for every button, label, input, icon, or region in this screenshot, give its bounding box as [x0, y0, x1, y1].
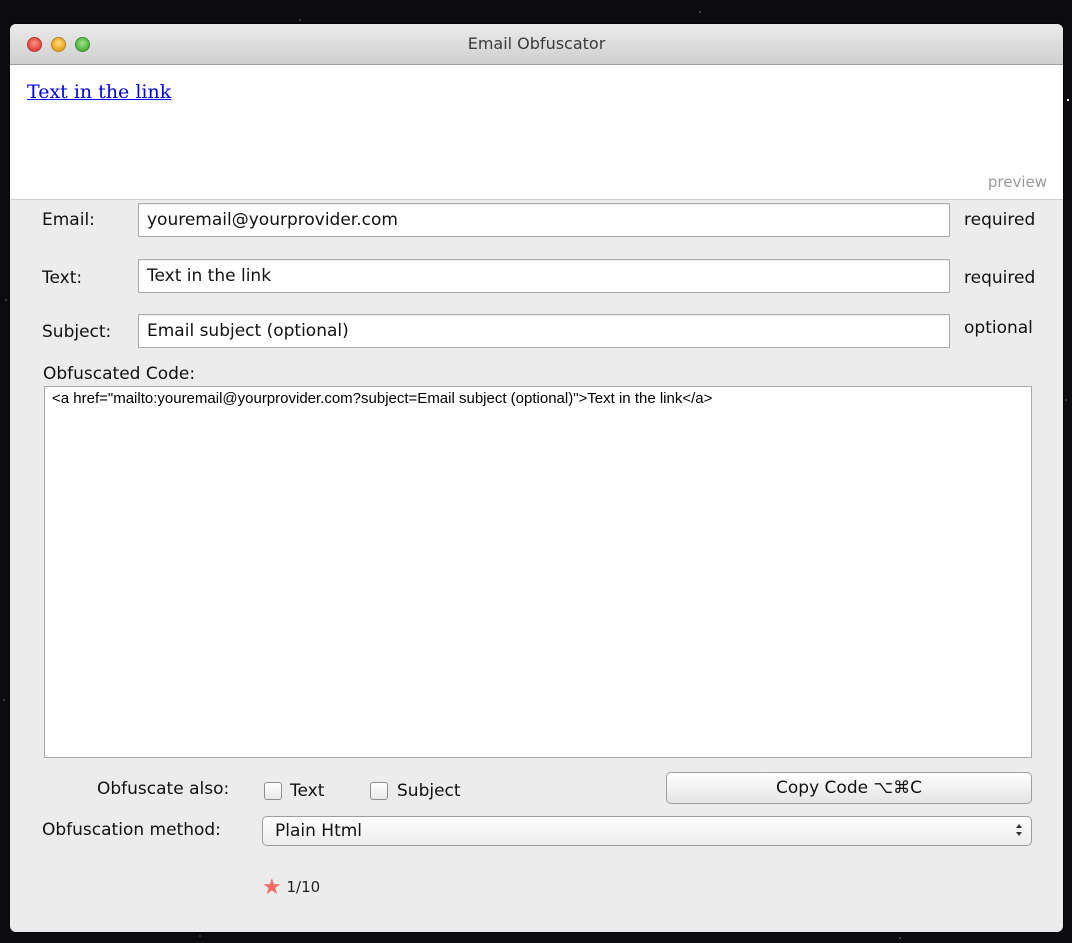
text-label: Text: [42, 268, 83, 288]
obfuscated-code-label: Obfuscated Code: [43, 364, 196, 384]
up-down-chevron-icon [1016, 824, 1022, 836]
obfuscate-text-label[interactable]: Text [290, 781, 324, 801]
obfuscated-code-textarea[interactable]: <a href="mailto:youremail@yourprovider.c… [44, 386, 1032, 758]
text-field[interactable] [138, 259, 950, 293]
subject-field[interactable] [138, 314, 950, 348]
copy-code-button[interactable]: Copy Code ⌥⌘C [666, 772, 1032, 804]
obfuscation-method-label: Obfuscation method: [42, 820, 221, 840]
subject-label: Subject: [42, 322, 112, 342]
app-window: Email Obfuscator Text in the link previe… [10, 24, 1063, 932]
preview-pane: Text in the link preview [10, 65, 1063, 200]
obfuscation-method-value: Plain Html [275, 821, 363, 841]
title-bar[interactable]: Email Obfuscator [10, 24, 1063, 65]
obfuscate-subject-label[interactable]: Subject [397, 781, 461, 801]
subject-optional-hint: optional [964, 318, 1033, 338]
email-label: Email: [42, 210, 95, 230]
email-field[interactable] [138, 203, 950, 237]
rating-value: 1/10 [286, 878, 321, 896]
email-required-hint: required [964, 210, 1036, 230]
obfuscation-method-select[interactable]: Plain Html [262, 816, 1032, 846]
obfuscate-text-checkbox[interactable] [264, 782, 282, 800]
preview-link[interactable]: Text in the link [27, 81, 171, 103]
text-required-hint: required [964, 268, 1036, 288]
obfuscate-also-label: Obfuscate also: [97, 779, 230, 799]
star-icon: ★ [262, 875, 282, 900]
window-title: Email Obfuscator [467, 34, 606, 53]
preview-label: preview [987, 173, 1047, 191]
rating[interactable]: ★ 1/10 [262, 873, 321, 900]
obfuscate-subject-checkbox[interactable] [370, 782, 388, 800]
